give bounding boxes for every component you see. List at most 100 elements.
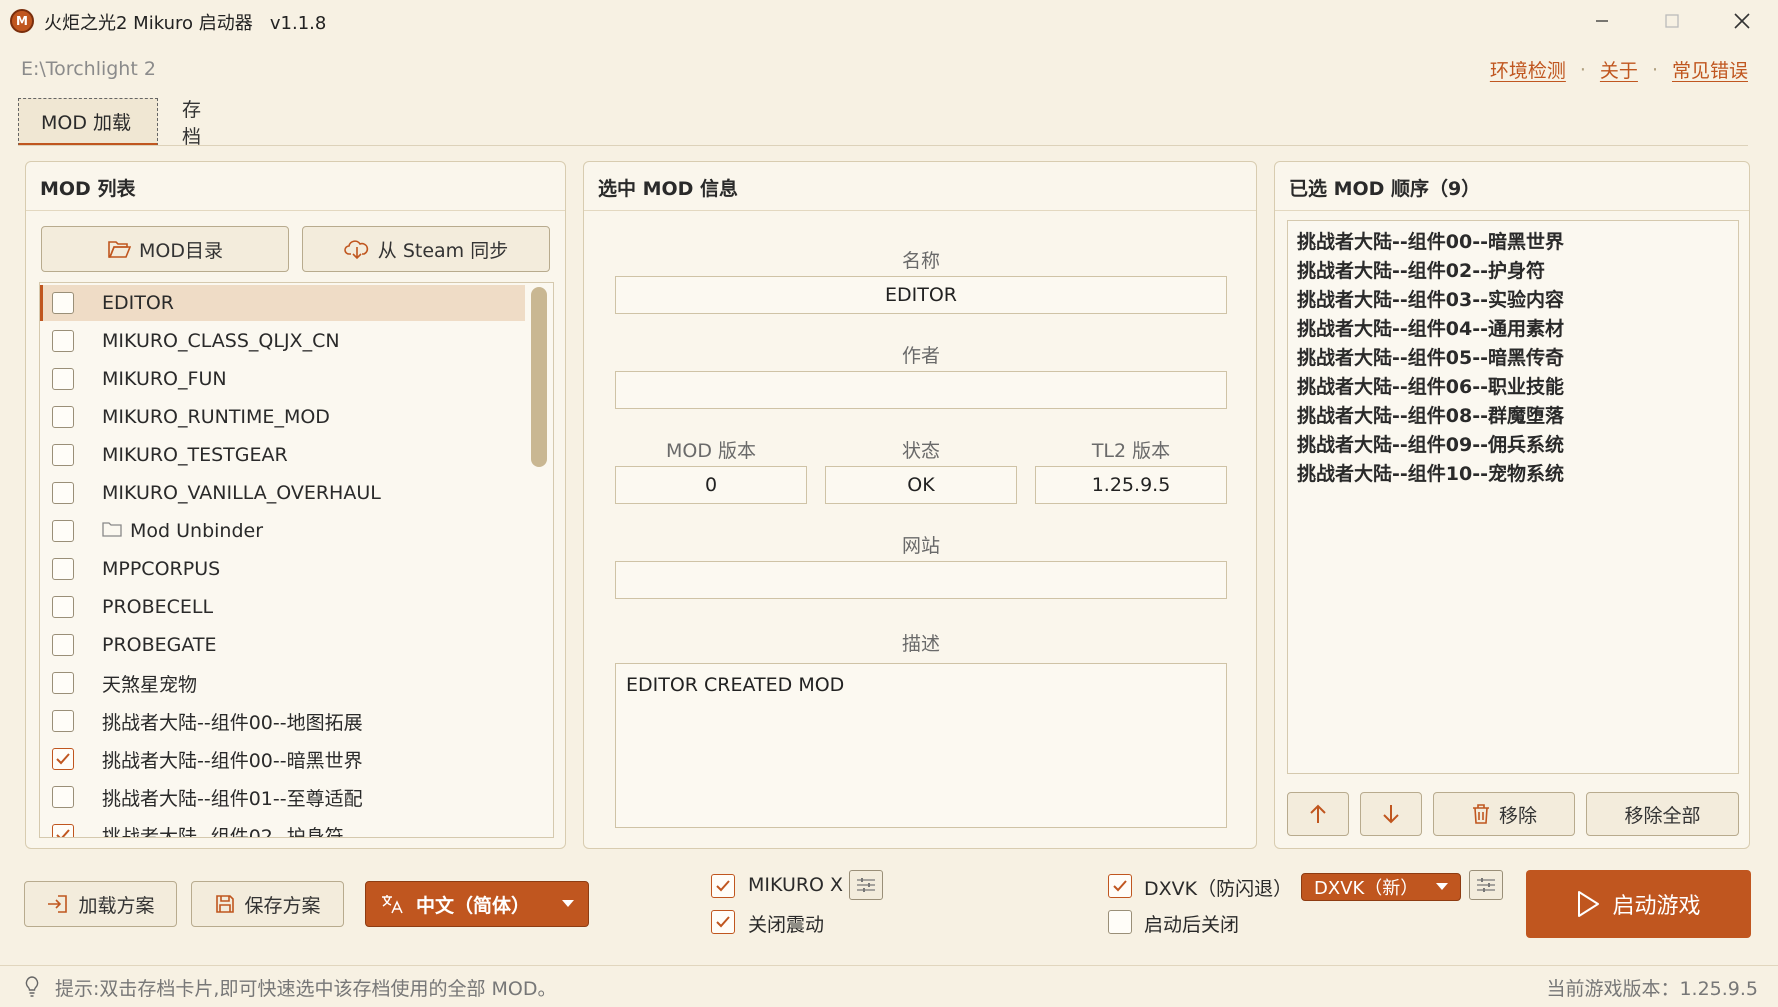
mod-checkbox[interactable] — [52, 368, 74, 390]
dxvk-checkbox[interactable] — [1108, 874, 1132, 898]
mod-list-item[interactable]: MIKURO_CLASS_QLJX_CN — [40, 323, 525, 359]
language-select[interactable]: 中文（简体） — [365, 881, 589, 927]
steam-sync-button[interactable]: 从 Steam 同步 — [302, 226, 550, 272]
env-check-link[interactable]: 环境检测 — [1490, 56, 1566, 83]
remove-label: 移除 — [1498, 804, 1537, 827]
mod-checkbox[interactable] — [52, 330, 74, 352]
mod-checkbox[interactable] — [52, 748, 74, 770]
mod-list-panel: MOD 列表 MOD目录 从 Steam 同步 EDITOR MIKURO_CLA… — [25, 161, 566, 849]
status-field: OK — [825, 466, 1017, 504]
mod-checkbox[interactable] — [52, 292, 74, 314]
mod-name: MIKURO_CLASS_QLJX_CN — [102, 330, 340, 352]
mod-directory-button[interactable]: MOD目录 — [41, 226, 289, 272]
game-path: E:\Torchlight 2 — [21, 58, 156, 80]
mod-list-item[interactable]: PROBECELL — [40, 589, 525, 625]
common-errors-link[interactable]: 常见错误 — [1672, 56, 1748, 83]
selected-order-list[interactable]: 挑战者大陆--组件00--暗黑世界 挑战者大陆--组件02--护身符 挑战者大陆--… — [1287, 220, 1739, 774]
mod-list-item[interactable]: MIKURO_TESTGEAR — [40, 437, 525, 473]
launch-game-button[interactable]: 启动游戏 — [1526, 870, 1751, 938]
mod-list-item[interactable]: 天煞星宠物 — [40, 665, 525, 701]
tab-mod-load[interactable]: MOD 加载 — [18, 98, 158, 146]
selected-mod-item[interactable]: 挑战者大陆--组件09--佣兵系统 — [1297, 430, 1564, 457]
disable-vibration-checkbox[interactable] — [711, 910, 735, 934]
scrollbar-thumb[interactable] — [531, 287, 547, 467]
mod-list-item[interactable]: MIKURO_RUNTIME_MOD — [40, 399, 525, 435]
mod-checkbox[interactable] — [52, 558, 74, 580]
save-icon — [216, 895, 235, 913]
selected-order-title: 已选 MOD 顺序（9） — [1289, 178, 1481, 200]
play-icon — [1578, 891, 1600, 917]
mod-name: MPPCORPUS — [102, 558, 221, 580]
check-icon — [1113, 880, 1127, 892]
mikuro-x-settings-button[interactable] — [849, 870, 883, 900]
arrow-up-icon — [1310, 804, 1326, 823]
mod-name: MIKURO_VANILLA_OVERHAUL — [102, 482, 381, 504]
selected-mod-item[interactable]: 挑战者大陆--组件03--实验内容 — [1297, 285, 1564, 312]
dxvk-version-value: DXVK（新） — [1314, 878, 1419, 899]
mod-name: EDITOR — [102, 292, 175, 314]
selected-mod-item[interactable]: 挑战者大陆--组件08--群魔堕落 — [1297, 401, 1564, 428]
description-label: 描述 — [901, 633, 940, 655]
check-icon — [716, 916, 730, 928]
status-tip: 提示:双击存档卡片,即可快速选中该存档使用的全部 MOD。 — [55, 978, 557, 1000]
move-up-button[interactable] — [1287, 792, 1349, 836]
mod-checkbox[interactable] — [52, 520, 74, 542]
link-separator: · — [1651, 58, 1658, 81]
mod-checkbox[interactable] — [52, 824, 74, 837]
minimize-button[interactable] — [1566, 0, 1638, 42]
close-after-launch-checkbox[interactable] — [1108, 910, 1132, 934]
mod-checkbox[interactable] — [52, 710, 74, 732]
mod-list-item[interactable]: EDITOR — [40, 285, 525, 321]
selected-mod-item[interactable]: 挑战者大陆--组件00--暗黑世界 — [1297, 227, 1564, 254]
mod-list-item[interactable]: MIKURO_VANILLA_OVERHAUL — [40, 475, 525, 511]
mod-checkbox[interactable] — [52, 406, 74, 428]
mod-list-item[interactable]: MPPCORPUS — [40, 551, 525, 587]
remove-all-button[interactable]: 移除全部 — [1586, 792, 1739, 836]
close-after-launch-label: 启动后关闭 — [1144, 914, 1240, 936]
dxvk-version-select[interactable]: DXVK（新） — [1301, 873, 1461, 901]
selected-mod-item[interactable]: 挑战者大陆--组件02--护身符 — [1297, 256, 1545, 283]
translate-icon — [382, 895, 403, 914]
close-button[interactable] — [1706, 0, 1778, 42]
mod-list-item[interactable]: 挑战者大陆--组件01--至尊适配 — [40, 779, 525, 815]
selected-mod-item[interactable]: 挑战者大陆--组件06--职业技能 — [1297, 372, 1564, 399]
mod-name: PROBECELL — [102, 596, 214, 618]
mod-checkbox[interactable] — [52, 596, 74, 618]
mod-list-item[interactable]: PROBEGATE — [40, 627, 525, 663]
move-down-button[interactable] — [1360, 792, 1422, 836]
mod-checkbox[interactable] — [52, 786, 74, 808]
author-field — [615, 371, 1227, 409]
mikuro-x-checkbox[interactable] — [711, 874, 735, 898]
mod-name: 天煞星宠物 — [102, 673, 198, 696]
mod-list-item[interactable]: 挑战者大陆--组件00--地图拓展 — [40, 703, 525, 739]
top-links: 环境检测 · 关于 · 常见错误 — [1490, 56, 1748, 83]
mod-checkbox[interactable] — [52, 672, 74, 694]
remove-button[interactable]: 移除 — [1433, 792, 1575, 836]
tab-saves[interactable]: 存档 — [160, 98, 223, 148]
selected-mod-item[interactable]: 挑战者大陆--组件04--通用素材 — [1297, 314, 1564, 341]
mod-checkbox[interactable] — [52, 444, 74, 466]
selected-order-panel: 已选 MOD 顺序（9） 挑战者大陆--组件00--暗黑世界 挑战者大陆--组件0… — [1274, 161, 1750, 849]
load-plan-button[interactable]: 加载方案 — [24, 881, 177, 927]
dxvk-settings-button[interactable] — [1469, 870, 1503, 900]
mod-list[interactable]: EDITOR MIKURO_CLASS_QLJX_CN MIKURO_FUN MIKU… — [39, 282, 554, 838]
folder-open-icon — [108, 241, 131, 258]
mod-list-item[interactable]: Mod Unbinder — [40, 513, 525, 549]
mod-version-field: 0 — [615, 466, 807, 504]
mod-list-item[interactable]: 挑战者大陆--组件00--暗黑世界 — [40, 741, 525, 777]
about-link[interactable]: 关于 — [1600, 56, 1638, 83]
author-label: 作者 — [901, 345, 940, 367]
trash-icon — [1472, 804, 1489, 824]
tab-divider — [18, 145, 1748, 146]
mod-name: Mod Unbinder — [130, 520, 264, 542]
maximize-button[interactable] — [1636, 0, 1708, 42]
arrow-down-icon — [1383, 805, 1399, 824]
mod-checkbox[interactable] — [52, 634, 74, 656]
save-plan-button[interactable]: 保存方案 — [191, 881, 344, 927]
selected-mod-item[interactable]: 挑战者大陆--组件10--宠物系统 — [1297, 459, 1564, 486]
mod-version-label: MOD 版本 — [665, 440, 757, 462]
mod-checkbox[interactable] — [52, 482, 74, 504]
mod-list-item[interactable]: 挑战者大陆--组件02--护身符 — [40, 817, 525, 837]
selected-mod-item[interactable]: 挑战者大陆--组件05--暗黑传奇 — [1297, 343, 1564, 370]
mod-list-item[interactable]: MIKURO_FUN — [40, 361, 525, 397]
